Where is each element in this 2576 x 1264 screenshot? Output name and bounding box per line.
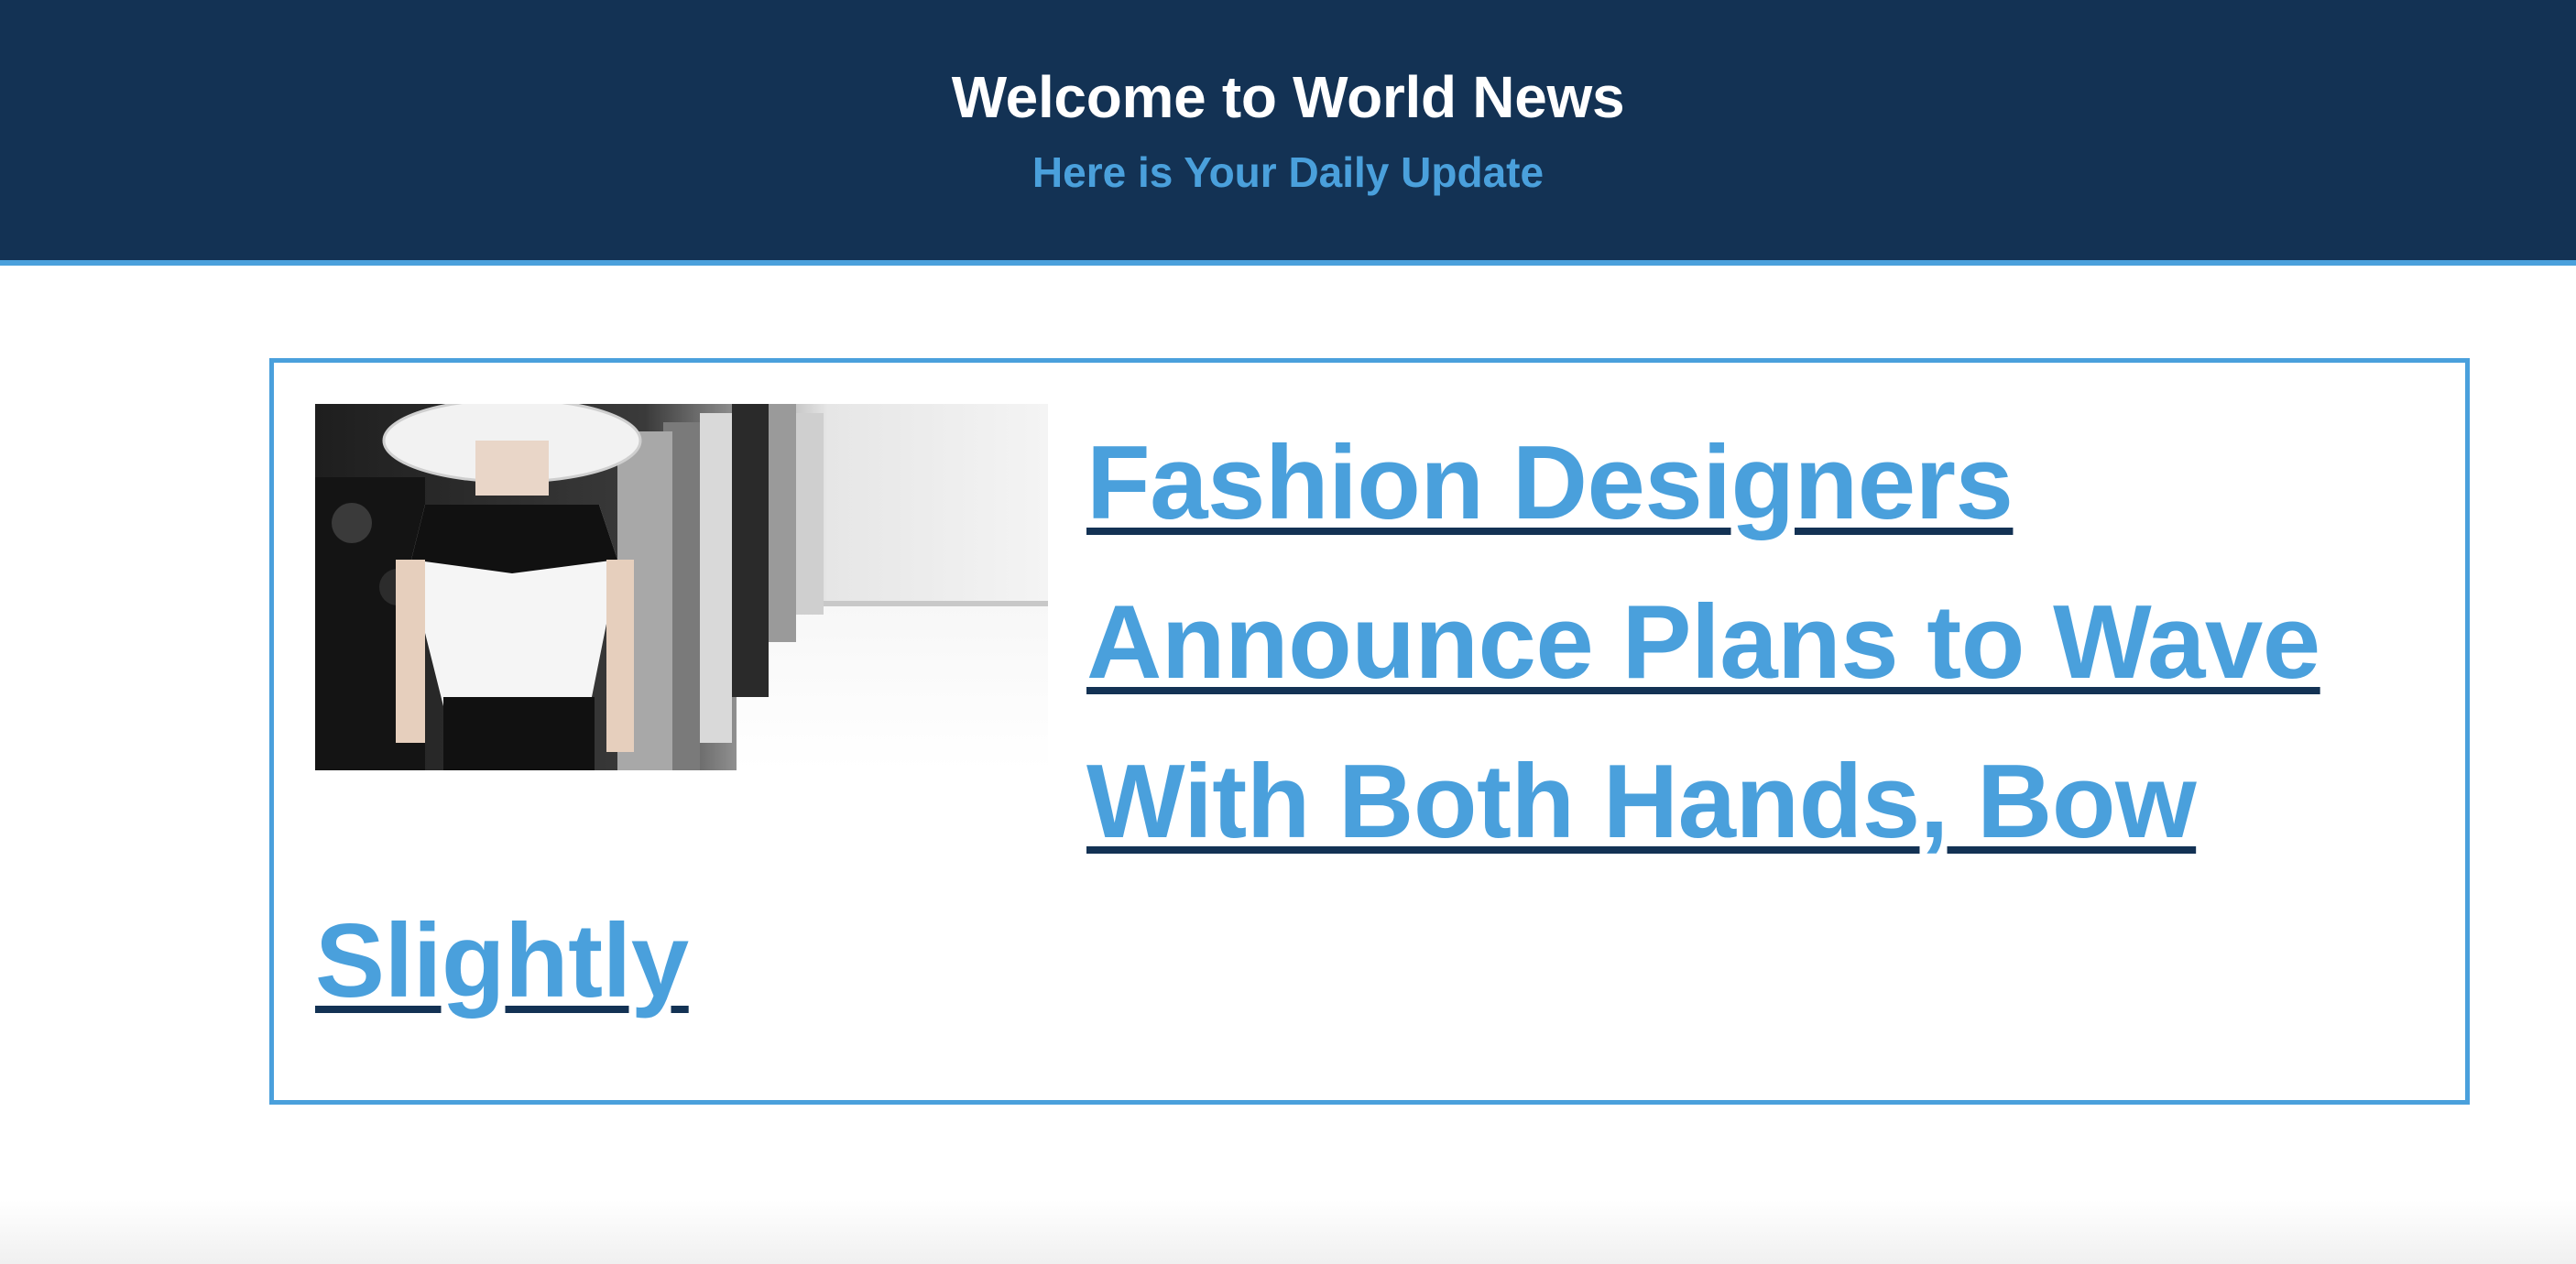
page-bottom-shadow — [0, 1200, 2576, 1264]
article-body: Fashion Designers Announce Plans to Wave… — [315, 404, 2424, 1041]
article-image[interactable] — [315, 404, 1048, 770]
site-subtitle: Here is Your Daily Update — [1031, 148, 1545, 196]
fashion-runway-photo-icon — [315, 404, 1048, 770]
article-card: Fashion Designers Announce Plans to Wave… — [269, 358, 2470, 1105]
site-header: Welcome to World News Here is Your Daily… — [0, 0, 2576, 266]
site-title: Welcome to World News — [951, 64, 1625, 130]
